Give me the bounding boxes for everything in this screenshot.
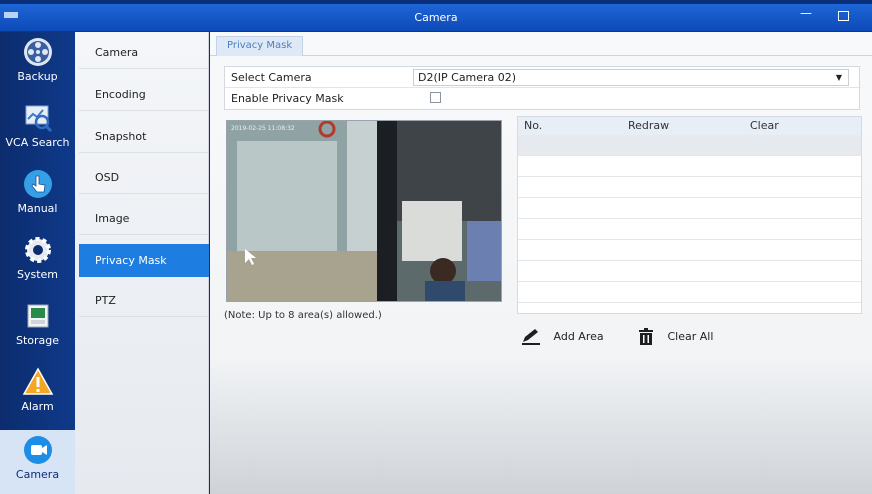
select-camera-value: D2(IP Camera 02): [418, 71, 517, 84]
table-header: No. Redraw Clear: [518, 117, 861, 135]
camera-submenu: Camera Encoding Snapshot OSD Image Priva…: [75, 32, 209, 494]
main-panel: Privacy Mask Select Camera D2(IP Camera …: [210, 32, 872, 494]
nav-item-vca-search[interactable]: VCA Search: [0, 102, 75, 162]
nav-label: System: [16, 268, 59, 281]
table-row[interactable]: [518, 135, 861, 156]
table-row[interactable]: [518, 156, 861, 177]
enable-privacy-mask-label: Enable Privacy Mask: [231, 92, 344, 105]
privacy-mask-form: Select Camera D2(IP Camera 02) ▼ Enable …: [224, 66, 861, 110]
app-window: Camera — Backup VCA Search Manual System…: [0, 0, 872, 494]
nav-item-storage[interactable]: Storage: [0, 300, 75, 360]
submenu-item-ptz[interactable]: PTZ: [79, 284, 209, 317]
vca-search-icon: [25, 105, 52, 133]
nav-label: VCA Search: [5, 136, 70, 149]
nav-label: Storage: [15, 334, 60, 347]
area-limit-note: (Note: Up to 8 area(s) allowed.): [224, 310, 382, 321]
nav-item-camera[interactable]: Camera: [0, 430, 75, 494]
title-bar: Camera —: [0, 4, 872, 32]
tab-bar: Privacy Mask: [210, 32, 872, 56]
add-area-label: Add Area: [553, 330, 604, 343]
select-camera-label: Select Camera: [231, 71, 312, 84]
nav-item-system[interactable]: System: [0, 234, 75, 294]
nav-label: Camera: [15, 468, 60, 481]
minimize-button[interactable]: —: [800, 6, 812, 20]
preview-image: [227, 121, 501, 301]
table-row[interactable]: [518, 177, 861, 198]
submenu-item-camera[interactable]: Camera: [79, 36, 209, 69]
table-row[interactable]: [518, 219, 861, 240]
table-row[interactable]: [518, 282, 861, 303]
submenu-item-image[interactable]: Image: [79, 202, 209, 235]
select-camera-row: Select Camera D2(IP Camera 02) ▼: [225, 67, 861, 88]
submenu-item-privacy-mask[interactable]: Privacy Mask: [79, 244, 209, 277]
column-header-redraw: Redraw: [628, 119, 670, 132]
nav-item-alarm[interactable]: Alarm: [0, 366, 75, 426]
nav-item-backup[interactable]: Backup: [0, 36, 75, 98]
table-row[interactable]: [518, 261, 861, 282]
module-sidebar: Backup VCA Search Manual System Storage …: [0, 32, 75, 494]
nav-label: Backup: [17, 70, 58, 83]
gear-icon: [24, 237, 51, 263]
submenu-item-osd[interactable]: OSD: [79, 161, 209, 194]
table-row[interactable]: [518, 198, 861, 219]
preview-timestamp: 2019-02-25 11:08:32: [231, 125, 295, 132]
mask-area-table: No. Redraw Clear: [517, 116, 862, 314]
clear-all-label: Clear All: [667, 330, 714, 343]
maximize-button[interactable]: [838, 11, 849, 21]
nav-label: Alarm: [21, 400, 54, 413]
chevron-down-icon: ▼: [835, 73, 842, 82]
storage-icon: [27, 304, 48, 328]
column-header-no: No.: [524, 119, 543, 132]
hand-pointer-icon: [23, 170, 52, 198]
camera-icon: [23, 436, 52, 464]
film-reel-icon: [23, 38, 52, 66]
trash-icon: [639, 328, 653, 345]
table-row[interactable]: [518, 240, 861, 261]
live-preview[interactable]: 2019-02-25 11:08:32: [226, 120, 502, 302]
select-camera-dropdown[interactable]: D2(IP Camera 02) ▼: [413, 69, 849, 86]
enable-privacy-mask-checkbox[interactable]: [430, 92, 441, 103]
nav-label: Manual: [17, 202, 58, 215]
add-area-button[interactable]: Add Area: [520, 328, 604, 346]
submenu-item-encoding[interactable]: Encoding: [79, 78, 209, 111]
warning-icon: [22, 367, 53, 395]
column-header-clear: Clear: [750, 119, 779, 132]
submenu-item-snapshot[interactable]: Snapshot: [79, 120, 209, 153]
clear-all-button[interactable]: Clear All: [636, 328, 713, 346]
window-title: Camera: [414, 11, 458, 24]
nav-item-manual[interactable]: Manual: [0, 168, 75, 228]
tab-privacy-mask[interactable]: Privacy Mask: [216, 36, 304, 56]
enable-privacy-mask-row: Enable Privacy Mask: [225, 88, 861, 109]
pencil-icon: [522, 329, 540, 345]
